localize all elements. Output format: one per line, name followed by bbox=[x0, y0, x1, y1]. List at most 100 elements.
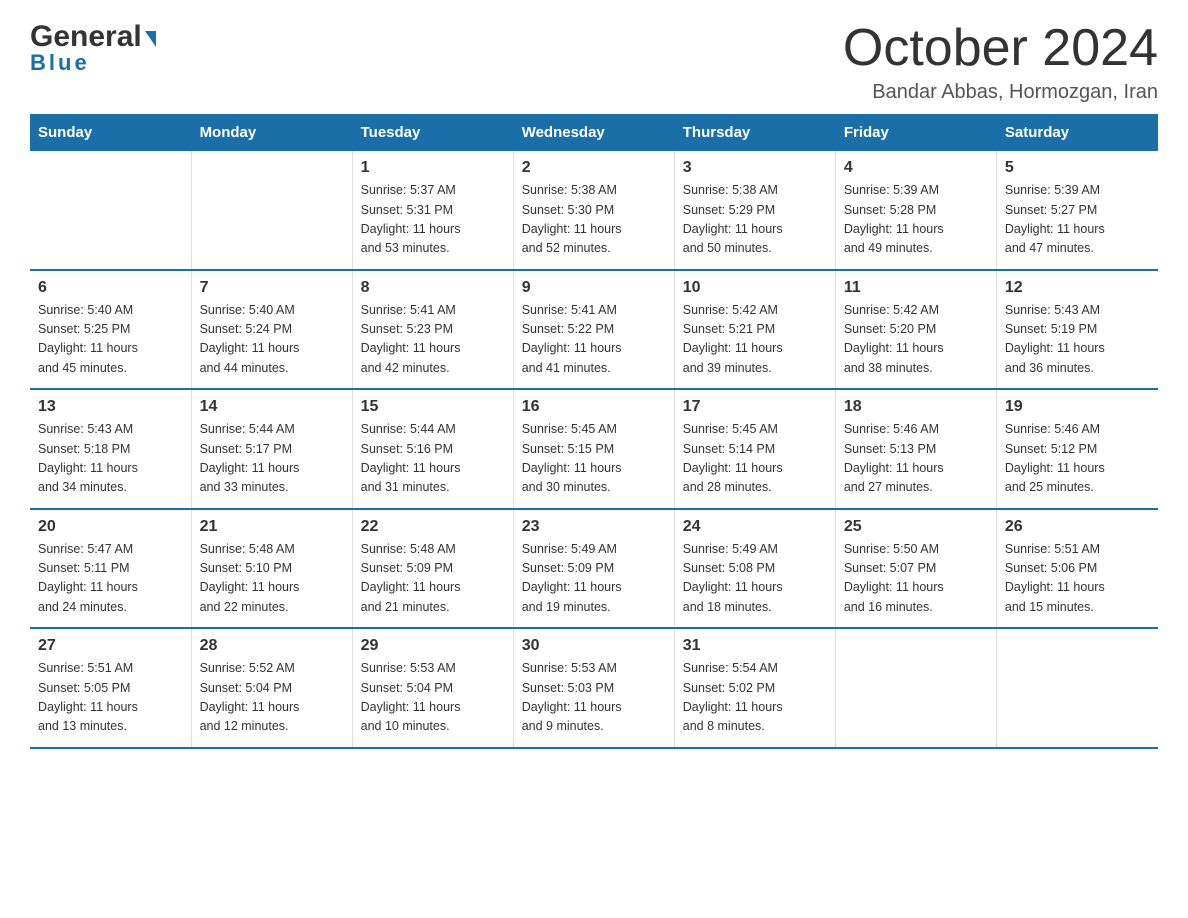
day-info: Sunrise: 5:52 AM Sunset: 5:04 PM Dayligh… bbox=[200, 659, 344, 737]
day-number: 25 bbox=[844, 518, 988, 536]
day-info: Sunrise: 5:46 AM Sunset: 5:12 PM Dayligh… bbox=[1005, 420, 1150, 498]
calendar-cell: 2 Sunrise: 5:38 AM Sunset: 5:30 PM Daylig… bbox=[513, 151, 674, 270]
day-number: 8 bbox=[361, 279, 505, 297]
calendar-cell: 25Sunrise: 5:50 AM Sunset: 5:07 PM Dayli… bbox=[835, 509, 996, 629]
day-number: 20 bbox=[38, 518, 183, 536]
column-header-monday: Monday bbox=[191, 114, 352, 151]
calendar-week-1: 1 Sunrise: 5:37 AM Sunset: 5:31 PM Daylig… bbox=[30, 151, 1158, 270]
calendar-cell: 11 Sunrise: 5:42 AM Sunset: 5:20 PM Dayli… bbox=[835, 270, 996, 390]
calendar-week-2: 6 Sunrise: 5:40 AM Sunset: 5:25 PM Daylig… bbox=[30, 270, 1158, 390]
day-info: Sunrise: 5:48 AM Sunset: 5:10 PM Dayligh… bbox=[200, 540, 344, 618]
day-info: Sunrise: 5:38 AM Sunset: 5:29 PM Dayligh… bbox=[683, 181, 827, 259]
calendar-table: SundayMondayTuesdayWednesdayThursdayFrid… bbox=[30, 114, 1158, 749]
page-header: General Blue October 2024 Bandar Abbas, … bbox=[30, 20, 1158, 104]
column-header-saturday: Saturday bbox=[996, 114, 1157, 151]
calendar-cell: 9 Sunrise: 5:41 AM Sunset: 5:22 PM Daylig… bbox=[513, 270, 674, 390]
calendar-cell: 15 Sunrise: 5:44 AM Sunset: 5:16 PM Dayli… bbox=[352, 389, 513, 509]
day-info: Sunrise: 5:38 AM Sunset: 5:30 PM Dayligh… bbox=[522, 181, 666, 259]
title-section: October 2024 Bandar Abbas, Hormozgan, Ir… bbox=[843, 20, 1158, 104]
calendar-cell: 18Sunrise: 5:46 AM Sunset: 5:13 PM Dayli… bbox=[835, 389, 996, 509]
day-number: 12 bbox=[1005, 279, 1150, 297]
day-info: Sunrise: 5:51 AM Sunset: 5:06 PM Dayligh… bbox=[1005, 540, 1150, 618]
day-number: 10 bbox=[683, 279, 827, 297]
calendar-cell: 22 Sunrise: 5:48 AM Sunset: 5:09 PM Dayli… bbox=[352, 509, 513, 629]
calendar-week-5: 27 Sunrise: 5:51 AM Sunset: 5:05 PM Dayli… bbox=[30, 628, 1158, 748]
calendar-cell: 3 Sunrise: 5:38 AM Sunset: 5:29 PM Daylig… bbox=[674, 151, 835, 270]
calendar-cell: 30Sunrise: 5:53 AM Sunset: 5:03 PM Dayli… bbox=[513, 628, 674, 748]
calendar-cell: 17Sunrise: 5:45 AM Sunset: 5:14 PM Dayli… bbox=[674, 389, 835, 509]
day-info: Sunrise: 5:43 AM Sunset: 5:18 PM Dayligh… bbox=[38, 420, 183, 498]
day-number: 2 bbox=[522, 159, 666, 177]
day-number: 15 bbox=[361, 398, 505, 416]
day-info: Sunrise: 5:43 AM Sunset: 5:19 PM Dayligh… bbox=[1005, 301, 1150, 379]
day-number: 21 bbox=[200, 518, 344, 536]
calendar-week-4: 20Sunrise: 5:47 AM Sunset: 5:11 PM Dayli… bbox=[30, 509, 1158, 629]
page-subtitle: Bandar Abbas, Hormozgan, Iran bbox=[843, 81, 1158, 104]
day-info: Sunrise: 5:37 AM Sunset: 5:31 PM Dayligh… bbox=[361, 181, 505, 259]
day-number: 1 bbox=[361, 159, 505, 177]
day-info: Sunrise: 5:40 AM Sunset: 5:24 PM Dayligh… bbox=[200, 301, 344, 379]
day-number: 27 bbox=[38, 637, 183, 655]
calendar-cell: 12 Sunrise: 5:43 AM Sunset: 5:19 PM Dayli… bbox=[996, 270, 1157, 390]
day-number: 23 bbox=[522, 518, 666, 536]
day-number: 3 bbox=[683, 159, 827, 177]
calendar-cell: 7Sunrise: 5:40 AM Sunset: 5:24 PM Daylig… bbox=[191, 270, 352, 390]
calendar-cell: 20Sunrise: 5:47 AM Sunset: 5:11 PM Dayli… bbox=[30, 509, 191, 629]
day-number: 22 bbox=[361, 518, 505, 536]
logo-blue: Blue bbox=[30, 50, 90, 76]
calendar-cell: 19 Sunrise: 5:46 AM Sunset: 5:12 PM Dayli… bbox=[996, 389, 1157, 509]
day-number: 11 bbox=[844, 279, 988, 297]
day-number: 16 bbox=[522, 398, 666, 416]
day-info: Sunrise: 5:48 AM Sunset: 5:09 PM Dayligh… bbox=[361, 540, 505, 618]
day-number: 31 bbox=[683, 637, 827, 655]
day-number: 28 bbox=[200, 637, 344, 655]
calendar-cell: 26 Sunrise: 5:51 AM Sunset: 5:06 PM Dayli… bbox=[996, 509, 1157, 629]
day-number: 18 bbox=[844, 398, 988, 416]
day-info: Sunrise: 5:41 AM Sunset: 5:22 PM Dayligh… bbox=[522, 301, 666, 379]
calendar-cell: 8 Sunrise: 5:41 AM Sunset: 5:23 PM Daylig… bbox=[352, 270, 513, 390]
calendar-cell: 27 Sunrise: 5:51 AM Sunset: 5:05 PM Dayli… bbox=[30, 628, 191, 748]
calendar-cell: 23Sunrise: 5:49 AM Sunset: 5:09 PM Dayli… bbox=[513, 509, 674, 629]
day-info: Sunrise: 5:44 AM Sunset: 5:17 PM Dayligh… bbox=[200, 420, 344, 498]
day-number: 19 bbox=[1005, 398, 1150, 416]
day-number: 6 bbox=[38, 279, 183, 297]
calendar-header-row: SundayMondayTuesdayWednesdayThursdayFrid… bbox=[30, 114, 1158, 151]
day-info: Sunrise: 5:53 AM Sunset: 5:04 PM Dayligh… bbox=[361, 659, 505, 737]
day-info: Sunrise: 5:41 AM Sunset: 5:23 PM Dayligh… bbox=[361, 301, 505, 379]
day-info: Sunrise: 5:44 AM Sunset: 5:16 PM Dayligh… bbox=[361, 420, 505, 498]
calendar-week-3: 13Sunrise: 5:43 AM Sunset: 5:18 PM Dayli… bbox=[30, 389, 1158, 509]
day-info: Sunrise: 5:53 AM Sunset: 5:03 PM Dayligh… bbox=[522, 659, 666, 737]
day-number: 29 bbox=[361, 637, 505, 655]
column-header-tuesday: Tuesday bbox=[352, 114, 513, 151]
calendar-cell bbox=[30, 151, 191, 270]
calendar-cell: 21 Sunrise: 5:48 AM Sunset: 5:10 PM Dayli… bbox=[191, 509, 352, 629]
day-info: Sunrise: 5:42 AM Sunset: 5:21 PM Dayligh… bbox=[683, 301, 827, 379]
day-info: Sunrise: 5:54 AM Sunset: 5:02 PM Dayligh… bbox=[683, 659, 827, 737]
day-info: Sunrise: 5:39 AM Sunset: 5:27 PM Dayligh… bbox=[1005, 181, 1150, 259]
calendar-cell: 13Sunrise: 5:43 AM Sunset: 5:18 PM Dayli… bbox=[30, 389, 191, 509]
day-info: Sunrise: 5:51 AM Sunset: 5:05 PM Dayligh… bbox=[38, 659, 183, 737]
calendar-cell: 4 Sunrise: 5:39 AM Sunset: 5:28 PM Daylig… bbox=[835, 151, 996, 270]
calendar-cell: 5Sunrise: 5:39 AM Sunset: 5:27 PM Daylig… bbox=[996, 151, 1157, 270]
calendar-cell bbox=[996, 628, 1157, 748]
column-header-wednesday: Wednesday bbox=[513, 114, 674, 151]
day-number: 26 bbox=[1005, 518, 1150, 536]
logo: General Blue bbox=[30, 20, 156, 76]
page-title: October 2024 bbox=[843, 20, 1158, 77]
day-info: Sunrise: 5:42 AM Sunset: 5:20 PM Dayligh… bbox=[844, 301, 988, 379]
calendar-cell: 28 Sunrise: 5:52 AM Sunset: 5:04 PM Dayli… bbox=[191, 628, 352, 748]
day-info: Sunrise: 5:39 AM Sunset: 5:28 PM Dayligh… bbox=[844, 181, 988, 259]
day-number: 24 bbox=[683, 518, 827, 536]
column-header-friday: Friday bbox=[835, 114, 996, 151]
day-number: 9 bbox=[522, 279, 666, 297]
logo-triangle-icon bbox=[145, 31, 156, 47]
day-info: Sunrise: 5:40 AM Sunset: 5:25 PM Dayligh… bbox=[38, 301, 183, 379]
calendar-cell: 10 Sunrise: 5:42 AM Sunset: 5:21 PM Dayli… bbox=[674, 270, 835, 390]
day-info: Sunrise: 5:49 AM Sunset: 5:08 PM Dayligh… bbox=[683, 540, 827, 618]
calendar-cell: 31 Sunrise: 5:54 AM Sunset: 5:02 PM Dayli… bbox=[674, 628, 835, 748]
logo-general: General bbox=[30, 20, 142, 54]
day-number: 14 bbox=[200, 398, 344, 416]
day-number: 4 bbox=[844, 159, 988, 177]
day-info: Sunrise: 5:45 AM Sunset: 5:15 PM Dayligh… bbox=[522, 420, 666, 498]
calendar-cell: 29 Sunrise: 5:53 AM Sunset: 5:04 PM Dayli… bbox=[352, 628, 513, 748]
